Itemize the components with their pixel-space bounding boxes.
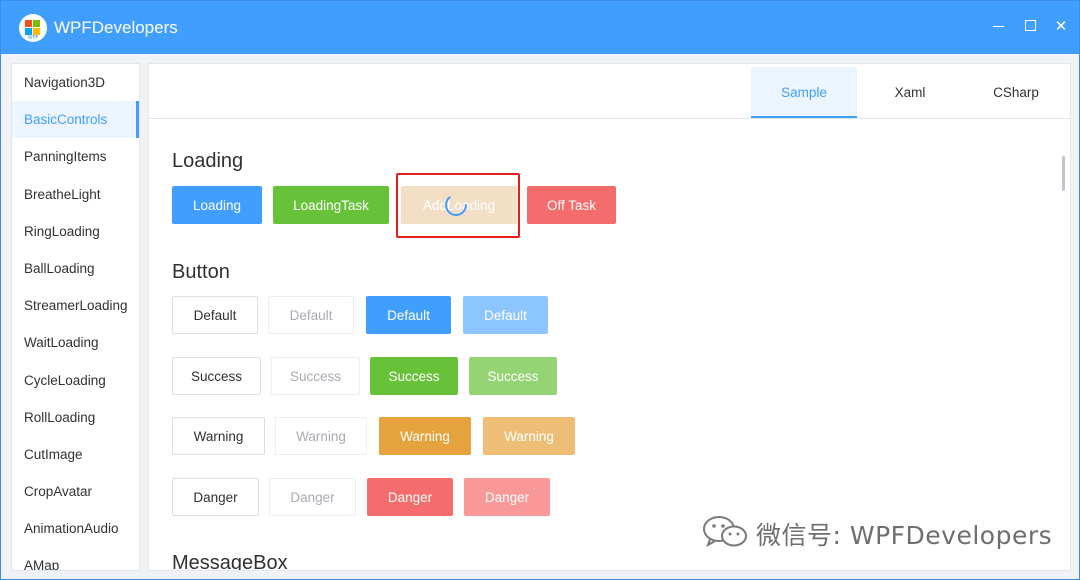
minimize-button[interactable] xyxy=(988,15,1010,37)
tab-bar: Sample Xaml CSharp xyxy=(149,64,1070,119)
sidebar-item-cutimage[interactable]: CutImage xyxy=(12,436,139,473)
title-bar[interactable]: WPF WPFDevelopers ✕ xyxy=(1,1,1079,54)
tab-xaml[interactable]: Xaml xyxy=(857,67,963,118)
default-primary-button-disabled[interactable]: Default xyxy=(463,296,548,334)
success-button-disabled[interactable]: Success xyxy=(469,357,557,395)
sidebar-item-cycleloading[interactable]: CycleLoading xyxy=(12,362,139,399)
main-panel: Sample Xaml CSharp Loading Loading Loadi… xyxy=(148,63,1071,571)
loading-spinner-icon xyxy=(443,192,469,218)
loading-task-button[interactable]: LoadingTask xyxy=(273,186,389,224)
maximize-button[interactable] xyxy=(1020,15,1042,37)
app-window: WPF WPFDevelopers ✕ Navigation3D BasicCo… xyxy=(0,0,1080,580)
window-title: WPFDevelopers xyxy=(54,18,178,38)
tab-csharp[interactable]: CSharp xyxy=(963,67,1069,118)
vertical-scrollbar[interactable] xyxy=(1062,156,1065,191)
close-icon: ✕ xyxy=(1055,17,1068,35)
sidebar-item-panningitems[interactable]: PanningItems xyxy=(12,138,139,175)
danger-outline-button[interactable]: Danger xyxy=(172,478,259,516)
default-button[interactable]: Default xyxy=(172,296,258,334)
sidebar-item-ballloading[interactable]: BallLoading xyxy=(12,250,139,287)
sidebar-item-ringloading[interactable]: RingLoading xyxy=(12,213,139,250)
sidebar-item-cropavatar[interactable]: CropAvatar xyxy=(12,473,139,510)
success-button[interactable]: Success xyxy=(370,357,458,395)
default-primary-button[interactable]: Default xyxy=(366,296,451,334)
sidebar-item-navigation3d[interactable]: Navigation3D xyxy=(12,64,139,101)
close-button[interactable]: ✕ xyxy=(1050,15,1072,37)
danger-button-disabled[interactable]: Danger xyxy=(464,478,550,516)
logo-text: WPF xyxy=(19,35,47,41)
section-title-button: Button xyxy=(172,261,230,284)
danger-button[interactable]: Danger xyxy=(367,478,453,516)
off-task-button[interactable]: Off Task xyxy=(527,186,616,224)
warning-outline-button[interactable]: Warning xyxy=(172,417,265,455)
warning-button-disabled[interactable]: Warning xyxy=(483,417,575,455)
success-outline-button[interactable]: Success xyxy=(172,357,261,395)
sidebar-item-animationaudio[interactable]: AnimationAudio xyxy=(12,510,139,547)
sidebar-item-rollloading[interactable]: RollLoading xyxy=(12,399,139,436)
sidebar-item-breathelight[interactable]: BreatheLight xyxy=(12,176,139,213)
app-logo-icon: WPF xyxy=(19,14,47,42)
warning-button[interactable]: Warning xyxy=(379,417,471,455)
wechat-watermark: 微信号: WPFDevelopers xyxy=(701,512,1061,552)
watermark-text: 微信号: WPFDevelopers xyxy=(756,516,1052,552)
loading-button[interactable]: Loading xyxy=(172,186,262,224)
wechat-icon xyxy=(701,514,749,550)
warning-outline-button-disabled[interactable]: Warning xyxy=(275,417,367,455)
default-button-disabled[interactable]: Default xyxy=(268,296,354,334)
sidebar-item-amap[interactable]: AMap xyxy=(12,547,139,571)
sidebar-item-basiccontrols[interactable]: BasicControls xyxy=(12,101,139,138)
tab-sample[interactable]: Sample xyxy=(751,67,857,118)
section-title-loading: Loading xyxy=(172,150,243,173)
danger-outline-button-disabled[interactable]: Danger xyxy=(269,478,356,516)
sidebar-item-waitloading[interactable]: WaitLoading xyxy=(12,324,139,361)
sidebar-item-streamerloading[interactable]: StreamerLoading xyxy=(12,287,139,324)
success-outline-button-disabled[interactable]: Success xyxy=(271,357,360,395)
minimize-icon xyxy=(993,26,1004,27)
section-title-messagebox: MessageBox xyxy=(172,552,288,571)
maximize-icon xyxy=(1025,20,1036,31)
sidebar-nav: Navigation3D BasicControls PanningItems … xyxy=(11,63,140,571)
